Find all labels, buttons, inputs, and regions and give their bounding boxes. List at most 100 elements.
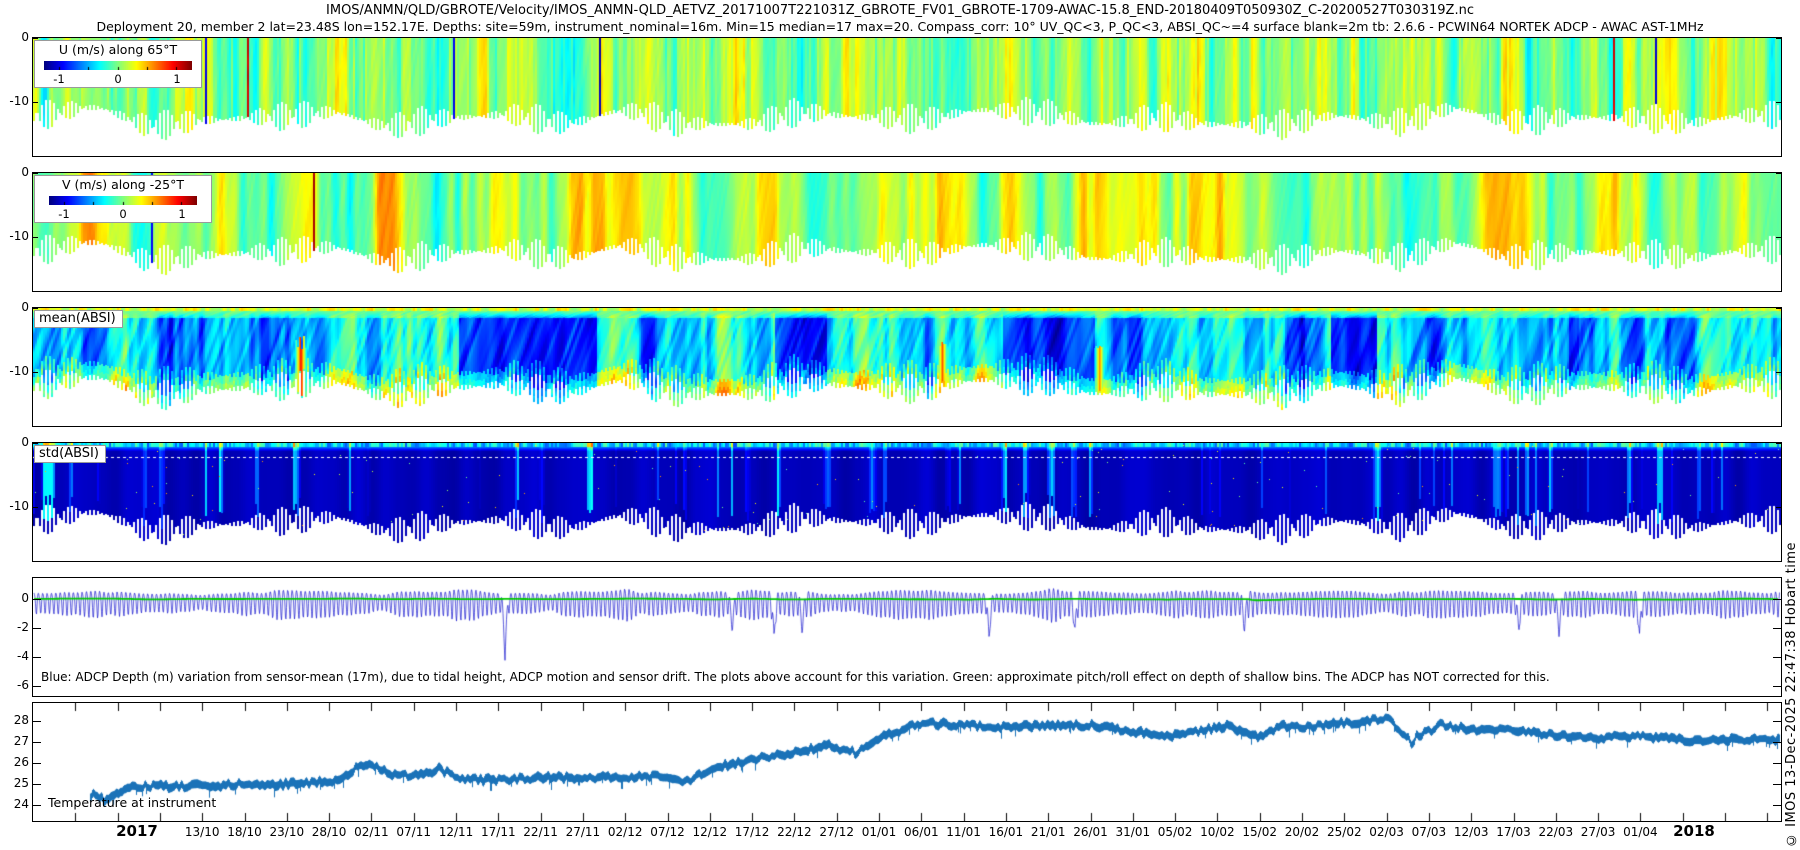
y-tick-mark <box>1776 38 1781 39</box>
y-tick-mark <box>33 628 41 629</box>
x-tick-label: 25/02 <box>1327 825 1362 839</box>
y-tick-mark <box>1773 784 1781 785</box>
x-tick-label: 27/03 <box>1580 825 1616 839</box>
mean-absi-heatmap <box>33 308 1781 426</box>
y-tick-label: -10 <box>9 229 29 243</box>
colorbar-u-tick: -1 <box>53 72 65 86</box>
x-tick-label: 01/04 <box>1623 825 1658 839</box>
y-tick-mark <box>1773 805 1781 806</box>
depth-variation-note: Blue: ADCP Depth (m) variation from sens… <box>41 670 1550 684</box>
y-tick-mark <box>33 102 38 103</box>
colorbar-v-tick: -1 <box>58 207 70 221</box>
y-tick-mark <box>33 308 38 309</box>
x-tick-label: 05/02 <box>1157 825 1193 839</box>
x-tick-label: 12/11 <box>438 825 474 839</box>
y-tick-label: 0 <box>21 435 29 449</box>
colorbar-v-tick: 0 <box>119 207 127 221</box>
x-tick-label: 27/12 <box>819 825 854 839</box>
x-tick-label: 22/03 <box>1538 825 1574 839</box>
x-tick-label: 15/02 <box>1242 825 1277 839</box>
y-tick-mark <box>33 38 38 39</box>
figure-subtitle: Deployment 20, member 2 lat=23.48S lon=1… <box>96 19 1704 34</box>
x-axis-year-label: 2017 <box>116 822 158 840</box>
panel-v-velocity <box>32 172 1782 292</box>
y-tick-mark <box>33 237 38 238</box>
v-velocity-heatmap <box>33 173 1781 291</box>
y-tick-mark <box>33 507 38 508</box>
y-tick-mark <box>1776 237 1781 238</box>
imos-watermark: © IMOS 13-Dec-2025 22:47:38 Hobart time <box>1784 541 1799 847</box>
y-tick-mark <box>33 742 41 743</box>
y-tick-mark <box>1776 102 1781 103</box>
y-tick-mark <box>1773 721 1781 722</box>
x-tick-label: 11/01 <box>946 825 981 839</box>
label-mean-absi: mean(ABSI) <box>34 310 123 328</box>
figure-title: IMOS/ANMN/QLD/GBROTE/Velocity/IMOS_ANMN-… <box>326 3 1474 18</box>
y-tick-label: -10 <box>9 364 29 378</box>
y-tick-label: 25 <box>13 776 29 790</box>
colorbar-v-tick: 1 <box>178 207 186 221</box>
x-tick-label: 16/01 <box>988 825 1024 839</box>
y-tick-label: -2 <box>17 620 29 634</box>
y-tick-mark <box>33 763 41 764</box>
u-velocity-heatmap <box>33 38 1781 156</box>
colorbar-u <box>44 61 192 70</box>
y-tick-mark <box>1776 173 1781 174</box>
x-tick-label: 21/01 <box>1030 825 1066 839</box>
legend-v: V (m/s) along -25°T -1 0 1 <box>34 175 212 223</box>
x-axis-year-label: 2018 <box>1673 822 1715 840</box>
x-tick-label: 07/03 <box>1411 825 1447 839</box>
y-tick-mark <box>1773 742 1781 743</box>
x-tick-label: 26/01 <box>1073 825 1108 839</box>
y-tick-label: -4 <box>17 649 29 663</box>
y-tick-mark <box>33 173 38 174</box>
panel-mean-absi <box>32 307 1782 427</box>
y-tick-mark <box>1773 686 1781 687</box>
x-tick-label: 07/11 <box>396 825 431 839</box>
x-tick-label: 20/02 <box>1284 825 1320 839</box>
x-tick-label: 22/11 <box>523 825 558 839</box>
panel-std-absi <box>32 442 1782 562</box>
y-tick-label: 0 <box>21 300 29 314</box>
panel-temperature <box>32 702 1782 822</box>
y-tick-mark <box>33 657 41 658</box>
y-tick-mark <box>1773 599 1781 600</box>
y-tick-mark <box>1773 628 1781 629</box>
legend-u-title: U (m/s) along 65°T <box>58 42 178 57</box>
colorbar-v <box>49 196 197 205</box>
y-tick-label: 24 <box>13 797 29 811</box>
x-tick-label: 02/11 <box>354 825 389 839</box>
x-tick-label: 17/03 <box>1496 825 1531 839</box>
x-tick-label: 28/10 <box>311 825 347 839</box>
legend-u: U (m/s) along 65°T -1 0 1 <box>34 40 202 88</box>
temperature-label: Temperature at instrument <box>48 795 217 810</box>
y-tick-label: 0 <box>21 591 29 605</box>
y-tick-mark <box>1776 372 1781 373</box>
y-tick-mark <box>1773 657 1781 658</box>
legend-v-title: V (m/s) along -25°T <box>61 177 185 192</box>
y-tick-label: 27 <box>13 734 29 748</box>
y-tick-label: 28 <box>13 713 29 727</box>
x-tick-label: 12/12 <box>692 825 728 839</box>
y-tick-label: -10 <box>9 94 29 108</box>
x-tick-label: 22/12 <box>777 825 812 839</box>
y-tick-mark <box>33 372 38 373</box>
y-tick-mark <box>33 805 41 806</box>
label-std-absi: std(ABSI) <box>34 445 106 463</box>
x-tick-label: 23/10 <box>269 825 305 839</box>
x-tick-label: 12/03 <box>1453 825 1489 839</box>
x-tick-label: 31/01 <box>1115 825 1151 839</box>
y-tick-mark <box>33 784 41 785</box>
panel-u-velocity <box>32 37 1782 157</box>
x-tick-label: 06/01 <box>904 825 939 839</box>
std-absi-heatmap <box>33 443 1781 561</box>
temperature-lineplot <box>33 703 1781 821</box>
colorbar-u-tick: 0 <box>114 72 122 86</box>
y-tick-label: 26 <box>13 755 29 769</box>
y-tick-mark <box>1776 443 1781 444</box>
y-tick-mark <box>33 721 41 722</box>
figure-root: IMOS/ANMN/QLD/GBROTE/Velocity/IMOS_ANMN-… <box>0 0 1800 850</box>
colorbar-u-tick: 1 <box>173 72 181 86</box>
x-tick-label: 10/02 <box>1200 825 1235 839</box>
x-tick-label: 13/10 <box>184 825 220 839</box>
